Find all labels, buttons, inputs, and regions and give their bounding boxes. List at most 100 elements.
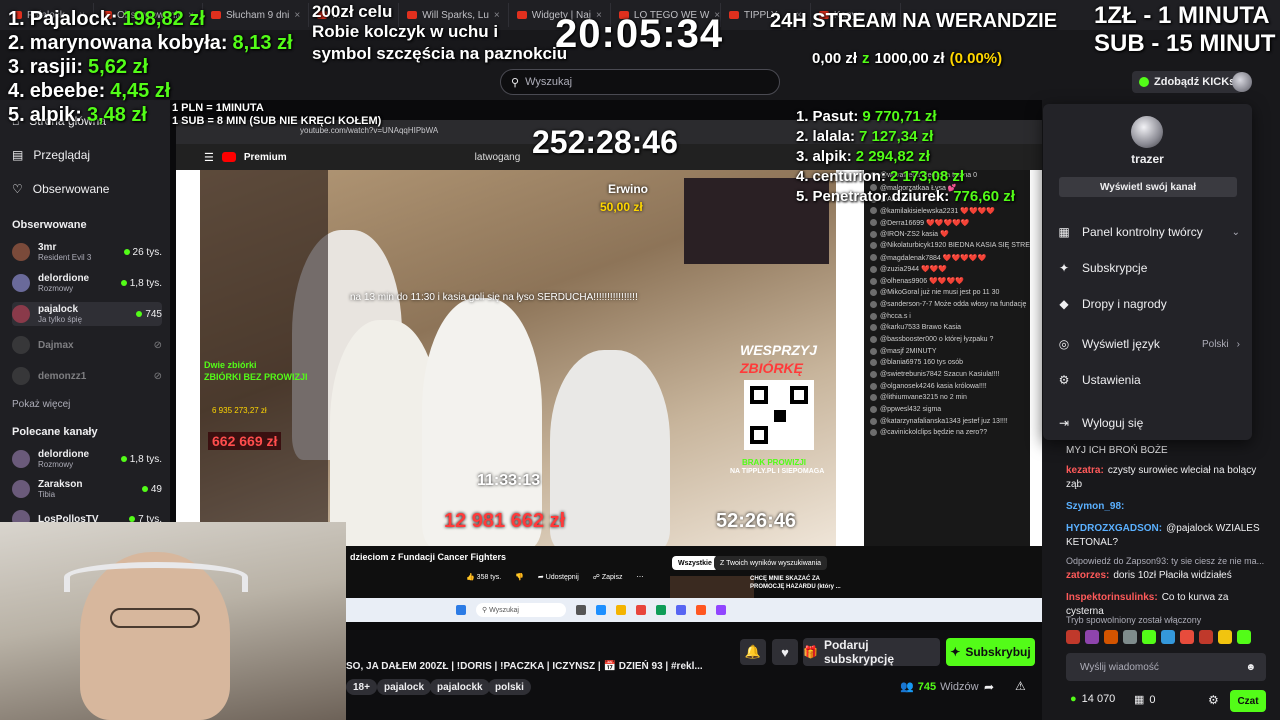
dislike-icon[interactable]: 👎	[515, 573, 524, 581]
save-button[interactable]: ☍ Zapisz	[593, 573, 623, 581]
stream-title: SO, JA DAŁEM 200ZŁ | !DORIS | !PACZKA | …	[346, 661, 703, 672]
more-icon[interactable]: ⋯	[636, 573, 643, 581]
support-title-2: ZBIÓRKĘ	[740, 360, 803, 376]
chat-username[interactable]: HYDROZXGADSON:	[1066, 523, 1162, 534]
emote-row[interactable]	[1066, 630, 1251, 644]
streamer-webcam	[0, 522, 346, 720]
browse-icon: ▤	[12, 148, 24, 162]
app-icon[interactable]	[656, 605, 666, 615]
emote-icon[interactable]	[1180, 630, 1194, 644]
browser-tab[interactable]: Słucham 9 dni ×	[203, 3, 310, 27]
share-icon[interactable]: ➦	[984, 680, 994, 694]
chat-username[interactable]: kezatra:	[1066, 465, 1104, 476]
share-button[interactable]: ➦ Udostępnij	[538, 573, 579, 581]
windows-start-icon[interactable]	[456, 605, 466, 615]
gift-sub-button[interactable]: 🎁 Podaruj subskrypcję	[803, 638, 940, 666]
menu-item-wyświetl-język[interactable]: ◎ Wyświetl język Polski ›	[1058, 330, 1240, 358]
show-more-link[interactable]: Pokaż więcej	[12, 399, 70, 410]
emote-icon[interactable]	[1218, 630, 1232, 644]
tag-chip[interactable]: polski	[488, 679, 531, 695]
emote-icon[interactable]	[1085, 630, 1099, 644]
chat-input[interactable]: Wyślij wiadomość ☻	[1066, 653, 1266, 681]
points-icon: ●	[1070, 693, 1077, 705]
tag-chip[interactable]: pajalockk	[430, 679, 490, 695]
emote-icon[interactable]	[1161, 630, 1175, 644]
menu-item-ustawienia[interactable]: ⚙ Ustawienia	[1058, 366, 1240, 394]
edge-icon[interactable]	[596, 605, 606, 615]
chat-text: doris 10zł Płaciła widziałeś	[1113, 570, 1232, 581]
emote-icon[interactable]	[1142, 630, 1156, 644]
chat-settings-icon[interactable]: ⚙	[1208, 693, 1219, 707]
menu-item-wyloguj-się[interactable]: ⇥ Wyloguj się	[1058, 409, 1240, 437]
youtube-search-text: latwogang	[474, 151, 521, 163]
avatar	[870, 289, 877, 297]
folder-icon[interactable]	[616, 605, 626, 615]
emote-icon[interactable]	[1199, 630, 1213, 644]
avatar	[12, 274, 30, 292]
tag-chip[interactable]: 18+	[346, 679, 377, 695]
avatar	[870, 382, 877, 390]
app-icon[interactable]	[716, 605, 726, 615]
close-icon[interactable]: ×	[294, 10, 300, 21]
yt-chat-line: @sanderson-7-7 Może odda włosy na fundac…	[864, 299, 1030, 311]
taskview-icon[interactable]	[576, 605, 586, 615]
notification-bell-button[interactable]: 🔔	[740, 639, 766, 665]
fund-subtitle: ZBIÓRKI BEZ PROWIZJI	[204, 372, 308, 382]
filter-all-chip[interactable]: Wszystkie	[672, 556, 718, 570]
tag-chip[interactable]: pajalock	[377, 679, 432, 695]
chat-username[interactable]: Szymon_98:	[1066, 501, 1124, 512]
chrome-icon[interactable]	[636, 605, 646, 615]
chat-username[interactable]: Inspektorinsulinks:	[1066, 592, 1158, 603]
emoji-icon[interactable]: ☻	[1245, 662, 1256, 673]
emote-icon[interactable]	[1066, 630, 1080, 644]
avatar	[870, 219, 877, 227]
sidebar-channel[interactable]: delordione Rozmowy 1,8 tys.	[12, 447, 162, 471]
ranking-row: 3. rasjii: 5,62 zł	[8, 56, 149, 78]
subscribe-button[interactable]: ✦ Subskrybuj	[946, 638, 1035, 666]
live-dot-icon	[141, 486, 148, 492]
avatar	[870, 394, 877, 402]
rec-title[interactable]: CHCĘ MNIE SKAZAĆ ZA PROMOCJĘ HAZARDU (kt…	[750, 576, 854, 592]
yt-chat-line: @kamilakisielewska2231 ❤️❤️❤️❤️	[864, 205, 1030, 217]
sidebar-channel[interactable]: Dajmax ⊘	[12, 333, 162, 357]
chat-send-button[interactable]: Czat	[1230, 690, 1266, 712]
sidebar-nav-item[interactable]: ♡ Obserwowane	[12, 182, 109, 196]
sidebar-channel[interactable]: 3mr Resident Evil 3 26 tys.	[12, 240, 162, 264]
subathon-timer: 252:28:46	[532, 124, 678, 160]
menu-item-dropy-i-nagrody[interactable]: ◆ Dropy i nagrody	[1058, 290, 1240, 318]
filter-results-chip[interactable]: Z Twoich wyników wyszukiwania	[714, 556, 828, 570]
menu-item-panel-kontrolny-twórcy[interactable]: ▦ Panel kontrolny twórcy ⌄	[1058, 218, 1240, 246]
pln-rule-1: 1 PLN = 1MINUTA	[172, 102, 264, 114]
emote-icon[interactable]	[1123, 630, 1137, 644]
user-avatar-button[interactable]	[1232, 72, 1252, 92]
search-input[interactable]: ⚲ Wyszukaj	[500, 69, 780, 95]
emote-icon[interactable]	[1237, 630, 1251, 644]
chat-username[interactable]: zatorzes:	[1066, 570, 1109, 581]
collected-amount: 12 981 662 zł	[444, 510, 566, 532]
follow-button[interactable]: ♥	[772, 639, 798, 665]
sidebar-channel[interactable]: delordione Rozmowy 1,8 tys.	[12, 271, 162, 295]
ranking-row: 4. ebeebe: 4,45 zł	[8, 80, 171, 102]
discord-icon[interactable]	[676, 605, 686, 615]
avatar	[870, 359, 877, 367]
close-icon[interactable]: ×	[494, 10, 500, 21]
fund-total: 6 935 273,27 zł	[212, 406, 267, 415]
sidebar-nav-item[interactable]: ▤ Przeglądaj	[12, 148, 90, 162]
rec-thumbnail[interactable]	[670, 576, 754, 598]
ranking-row: 1. Pajalock: 198,82 zł	[8, 8, 205, 30]
menu-item-subskrypcje[interactable]: ✦ Subskrypcje	[1058, 254, 1240, 282]
emote-icon[interactable]	[1104, 630, 1118, 644]
sidebar-channel[interactable]: pajalock Ja tylko śpię 745	[12, 302, 162, 326]
taskbar-search[interactable]: ⚲ Wyszukaj	[476, 603, 566, 617]
other-counter[interactable]: ▦ 0	[1134, 693, 1156, 707]
sidebar-channel[interactable]: demonzz1 ⊘	[12, 364, 162, 388]
app-icon[interactable]	[696, 605, 706, 615]
report-icon[interactable]: ⚠	[1015, 679, 1026, 693]
view-channel-button[interactable]: Wyświetl swój kanał	[1059, 177, 1237, 197]
like-button[interactable]: 👍 358 tys.	[466, 573, 501, 581]
ranking-row: 3. alpik: 2 294,82 zł	[796, 148, 930, 165]
sidebar-channel[interactable]: Zarakson Tibia 49	[12, 477, 162, 501]
channel-points[interactable]: ● 14 070	[1070, 693, 1115, 705]
get-kicks-button[interactable]: Zdobądź KICKs	[1132, 71, 1243, 93]
ranking-row: 5. alpik: 3,48 zł	[8, 104, 147, 126]
